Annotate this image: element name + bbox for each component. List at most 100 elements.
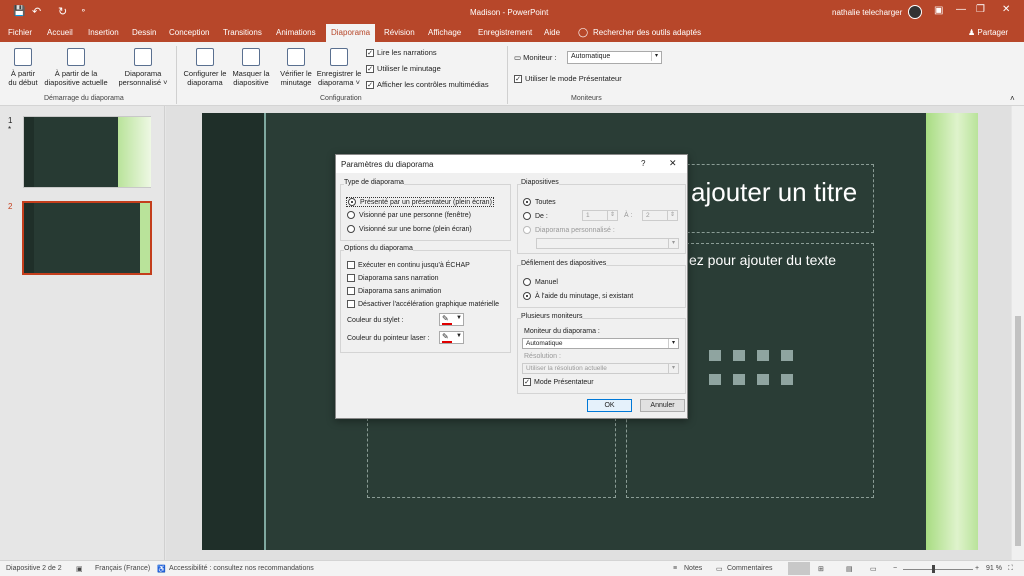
custom-show-button[interactable]: Diaporama personnalisé ˅ [116,48,170,87]
chart-icon[interactable] [733,350,745,361]
slide-sorter-icon[interactable]: ⊞ [818,565,824,573]
tab-dessin[interactable]: Dessin [132,28,156,37]
from-current-button[interactable]: À partir de la diapositive actuelle [42,48,110,87]
laser-pointer-icon: ✎ [442,332,449,341]
custom-show-select[interactable]: ▾ [536,238,679,249]
online-picture-icon[interactable] [733,374,745,385]
zoom-level[interactable]: 91 % [986,565,1002,572]
customize-toolbar-icon[interactable]: ⚬ [80,6,87,15]
presenter-mode-checkbox[interactable]: ✓ Mode Présentateur [523,378,594,386]
radio-icon [523,226,531,234]
ribbon-display-icon[interactable]: ▣ [934,5,943,16]
tab-accueil[interactable]: Accueil [47,28,73,37]
comments-button[interactable]: Commentaires [727,565,773,572]
tab-transitions[interactable]: Transitions [223,28,262,37]
share-button[interactable]: ♟ Partager [968,28,1008,37]
zoom-slider[interactable] [903,569,973,570]
tab-insertion[interactable]: Insertion [88,28,119,37]
maximize-icon[interactable]: ❐ [976,4,985,15]
normal-view-button[interactable] [788,562,810,575]
zoom-out-icon[interactable]: − [893,565,897,572]
close-icon[interactable]: ✕ [1002,4,1010,15]
zoom-slider-thumb[interactable] [932,565,935,573]
no-animation-checkbox[interactable]: Diaporama sans animation [347,287,441,295]
stopwatch-icon [287,48,305,66]
to-slide-spinner[interactable]: 2 ⇕ [642,210,678,221]
slide-thumbnail-1[interactable] [23,116,151,188]
redo-icon[interactable]: ↻ [58,5,67,18]
zoom-in-icon[interactable]: + [975,565,979,572]
table-icon[interactable] [709,350,721,361]
dialog-title: Paramètres du diaporama [341,160,434,169]
tab-fichier[interactable]: Fichier [8,28,32,37]
custom-show-radio[interactable]: Diaporama personnalisé : [523,226,615,234]
left-content-placeholder[interactable] [367,418,616,498]
laser-color-picker[interactable]: ✎ ▼ [439,331,464,344]
minimize-icon[interactable]: — [956,4,966,15]
from-beginning-button[interactable]: À partir du début [4,48,42,87]
rehearse-timings-button[interactable]: Vérifier le minutage [278,48,314,87]
accessibility-icon[interactable]: ♿ [157,565,166,573]
show-media-controls-checkbox[interactable]: ✓ Afficher les contrôles multimédias [366,80,489,90]
chevron-down-icon: ▾ [668,364,678,373]
tab-enregistrement[interactable]: Enregistrement [478,28,532,37]
collapse-ribbon-icon[interactable]: ˄ [1010,94,1015,103]
manual-advance-radio[interactable]: Manuel [523,278,558,286]
icons-icon[interactable] [781,374,793,385]
tab-diaporama[interactable]: Diaporama [326,24,376,42]
slide-thumbnail-2[interactable] [22,201,152,275]
tab-aide[interactable]: Aide [544,28,560,37]
resolution-select[interactable]: Utiliser la résolution actuelle ▾ [522,363,679,374]
help-button[interactable]: ? [641,159,645,168]
notes-button[interactable]: Notes [684,565,702,572]
avatar[interactable] [908,5,922,19]
vertical-scrollbar[interactable] [1012,106,1024,560]
from-slide-radio[interactable]: De : [523,212,548,220]
save-icon[interactable]: 💾 [13,6,25,17]
spell-check-icon[interactable]: ▣ [76,565,83,573]
radio-selected-icon [523,292,531,300]
presenter-view-checkbox[interactable]: ✓ Utiliser le mode Présentateur [514,74,622,84]
hide-slide-button[interactable]: Masquer la diapositive [230,48,272,87]
checkbox-icon [347,300,355,308]
setup-slideshow-button[interactable]: Configurer le diaporama [182,48,228,87]
no-narration-checkbox[interactable]: Diaporama sans narration [347,274,439,282]
ok-button[interactable]: OK [587,399,632,412]
slideshow-monitor-select[interactable]: Automatique ▾ [522,338,679,349]
fit-to-window-icon[interactable]: ⛶ [1008,565,1013,573]
picture-icon[interactable] [709,374,721,385]
type-presenter-radio[interactable]: Présenté par un présentateur (plein écra… [346,197,494,207]
type-kiosk-radio[interactable]: Visionné sur une borne (plein écran) [347,225,472,233]
record-slideshow-button[interactable]: Enregistrer le diaporama ˅ [314,48,364,87]
all-slides-radio[interactable]: Toutes [523,198,556,206]
play-narrations-checkbox[interactable]: ✓ Lire les narrations [366,48,437,58]
language-status[interactable]: Français (France) [95,565,150,572]
monitor-select[interactable]: Automatique ▾ [567,51,662,64]
tab-conception[interactable]: Conception [169,28,209,37]
cancel-button[interactable]: Annuler [640,399,685,412]
slides-label: Diapositives [521,179,559,186]
disable-hw-accel-checkbox[interactable]: Désactiver l'accélération graphique maté… [347,300,499,308]
smartart-icon[interactable] [757,350,769,361]
close-icon[interactable]: ✕ [669,158,677,169]
user-name[interactable]: nathalie telecharger [832,8,902,17]
pen-color-picker[interactable]: ✎ ▼ [439,313,464,326]
slideshow-view-icon[interactable]: ▭ [870,565,877,573]
type-individual-radio[interactable]: Visionné par une personne (fenêtre) [347,211,471,219]
search-tools[interactable]: Rechercher des outils adaptés [593,28,701,37]
tab-affichage[interactable]: Affichage [428,28,461,37]
from-slide-spinner[interactable]: 1 ⇕ [582,210,618,221]
use-timings-checkbox[interactable]: ✓ Utiliser le minutage [366,64,441,74]
accessibility-status[interactable]: Accessibilité : consultez nos recommanda… [169,565,314,572]
scrollbar-thumb[interactable] [1015,316,1021,546]
group-label-monitors: Moniteurs [571,95,602,102]
reading-view-icon[interactable]: ▤ [846,565,853,573]
undo-icon[interactable]: ↶ [32,5,41,18]
chevron-down-icon: ▾ [651,52,661,61]
timing-advance-radio[interactable]: À l'aide du minutage, si existant [523,292,633,300]
tab-animations[interactable]: Animations [276,28,316,37]
video-icon[interactable] [757,374,769,385]
tab-revision[interactable]: Révision [384,28,415,37]
loop-checkbox[interactable]: Exécuter en continu jusqu'à ÉCHAP [347,261,470,269]
3d-model-icon[interactable] [781,350,793,361]
